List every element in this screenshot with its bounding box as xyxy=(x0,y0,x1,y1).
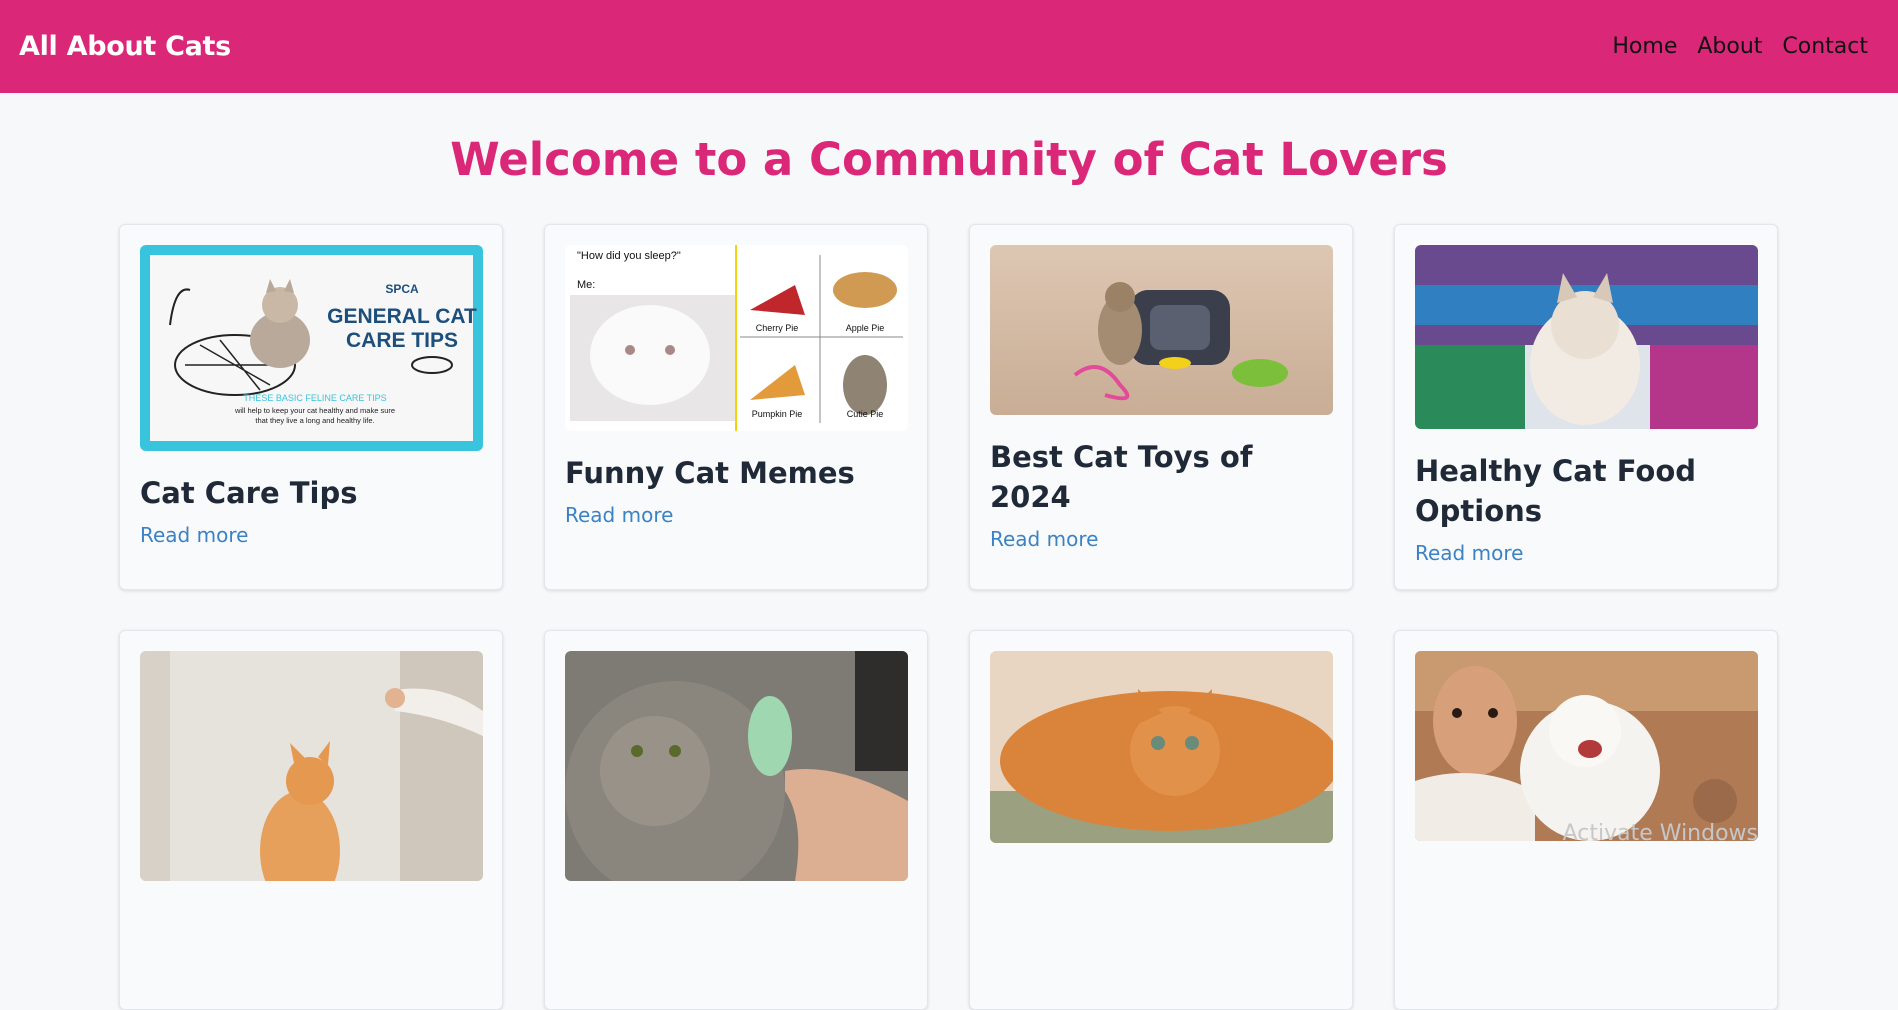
image-heading-1: GENERAL CAT xyxy=(327,305,477,328)
read-more-link[interactable]: Read more xyxy=(990,527,1098,551)
orange-cat-image[interactable] xyxy=(990,651,1333,843)
article-card xyxy=(1394,630,1778,1010)
article-grid: SPCA GENERAL CAT CARE TIPS THESE BASIC F… xyxy=(119,224,1778,1010)
svg-text:Cutie Pie: Cutie Pie xyxy=(847,409,884,419)
page-title: Welcome to a Community of Cat Lovers xyxy=(0,133,1898,186)
nav-contact[interactable]: Contact xyxy=(1782,34,1868,59)
article-card xyxy=(119,630,503,1010)
cat-care-tips-image[interactable]: SPCA GENERAL CAT CARE TIPS THESE BASIC F… xyxy=(140,245,483,451)
svg-text:Cherry Pie: Cherry Pie xyxy=(756,323,799,333)
windows-activation-watermark: Activate Windows xyxy=(1563,821,1758,846)
svg-text:"How did you sleep?": "How did you sleep?" xyxy=(577,250,681,262)
card-title[interactable]: Cat Care Tips xyxy=(140,473,482,513)
read-more-link[interactable]: Read more xyxy=(565,503,673,527)
card-title[interactable]: Funny Cat Memes xyxy=(565,453,907,493)
article-card xyxy=(969,630,1353,1010)
card-title[interactable]: Best Cat Toys of 2024 xyxy=(990,437,1332,517)
cat-grooming-image[interactable] xyxy=(565,651,908,881)
nav-home[interactable]: Home xyxy=(1612,34,1677,59)
svg-text:Pumpkin Pie: Pumpkin Pie xyxy=(752,409,803,419)
image-body-1: will help to keep your cat healthy and m… xyxy=(234,406,395,415)
image-body-2: that they live a long and healthy life. xyxy=(255,416,374,425)
image-sub: THESE BASIC FELINE CARE TIPS xyxy=(243,393,386,403)
article-card: Best Cat Toys of 2024 Read more xyxy=(969,224,1353,590)
top-navbar: All About Cats Home About Contact xyxy=(0,0,1898,93)
cat-playing-image[interactable] xyxy=(140,651,483,881)
cat-toys-image[interactable] xyxy=(990,245,1333,415)
article-card: "How did you sleep?" Me: Cherry Pie Appl… xyxy=(544,224,928,590)
svg-text:Me:: Me: xyxy=(577,279,595,291)
funny-cat-meme-image[interactable]: "How did you sleep?" Me: Cherry Pie Appl… xyxy=(565,245,908,431)
card-title[interactable]: Healthy Cat Food Options xyxy=(1415,451,1757,531)
spca-label: SPCA xyxy=(385,282,419,296)
article-card: Healthy Cat Food Options Read more xyxy=(1394,224,1778,590)
read-more-link[interactable]: Read more xyxy=(1415,541,1523,565)
svg-text:Apple Pie: Apple Pie xyxy=(846,323,885,333)
article-card xyxy=(544,630,928,1010)
site-logo[interactable]: All About Cats xyxy=(19,31,231,62)
nav-about[interactable]: About xyxy=(1697,34,1762,59)
read-more-link[interactable]: Read more xyxy=(140,523,248,547)
image-heading-2: CARE TIPS xyxy=(346,329,458,352)
main-nav: Home About Contact xyxy=(1612,34,1868,59)
man-with-cat-image[interactable] xyxy=(1415,651,1758,841)
article-card: SPCA GENERAL CAT CARE TIPS THESE BASIC F… xyxy=(119,224,503,590)
cat-food-image[interactable] xyxy=(1415,245,1758,429)
